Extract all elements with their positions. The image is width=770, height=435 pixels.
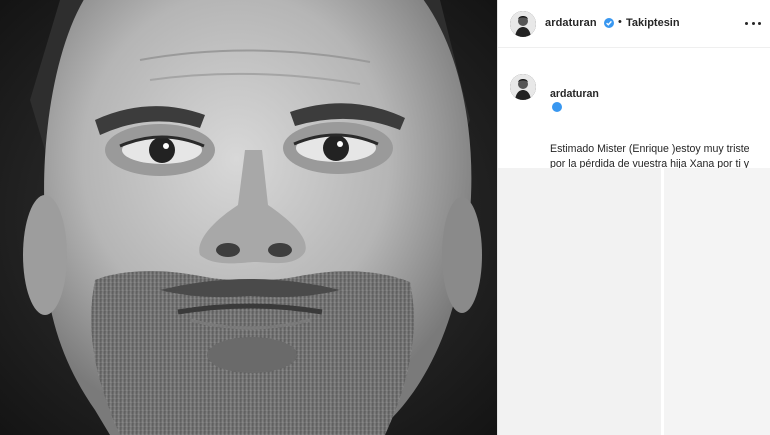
caption-username[interactable]: ardaturan [550,88,599,100]
comments-placeholder-left [498,168,661,435]
comments-placeholder-right [664,168,770,435]
avatar-image [510,74,536,100]
follow-button[interactable]: Takiptesin [626,17,680,29]
verified-badge-icon [604,18,614,28]
avatar-image [510,11,536,37]
post-header: ardaturan • Takiptesin [498,0,770,48]
more-options-icon[interactable] [745,17,761,29]
post-photo[interactable] [0,0,497,435]
separator-dot: • [618,16,622,28]
caption: ardaturan Estimado Mister (Enrique )esto… [498,48,770,200]
portrait-photo [0,0,497,435]
verified-badge-icon [552,102,562,126]
post-sidebar: ardaturan • Takiptesin ardaturan Estimad… [497,0,770,435]
caption-avatar[interactable] [510,74,536,100]
header-username[interactable]: ardaturan [545,17,597,29]
comments-area-placeholder [498,168,770,435]
avatar[interactable] [510,11,536,37]
instagram-post: ardaturan • Takiptesin ardaturan Estimad… [0,0,770,435]
